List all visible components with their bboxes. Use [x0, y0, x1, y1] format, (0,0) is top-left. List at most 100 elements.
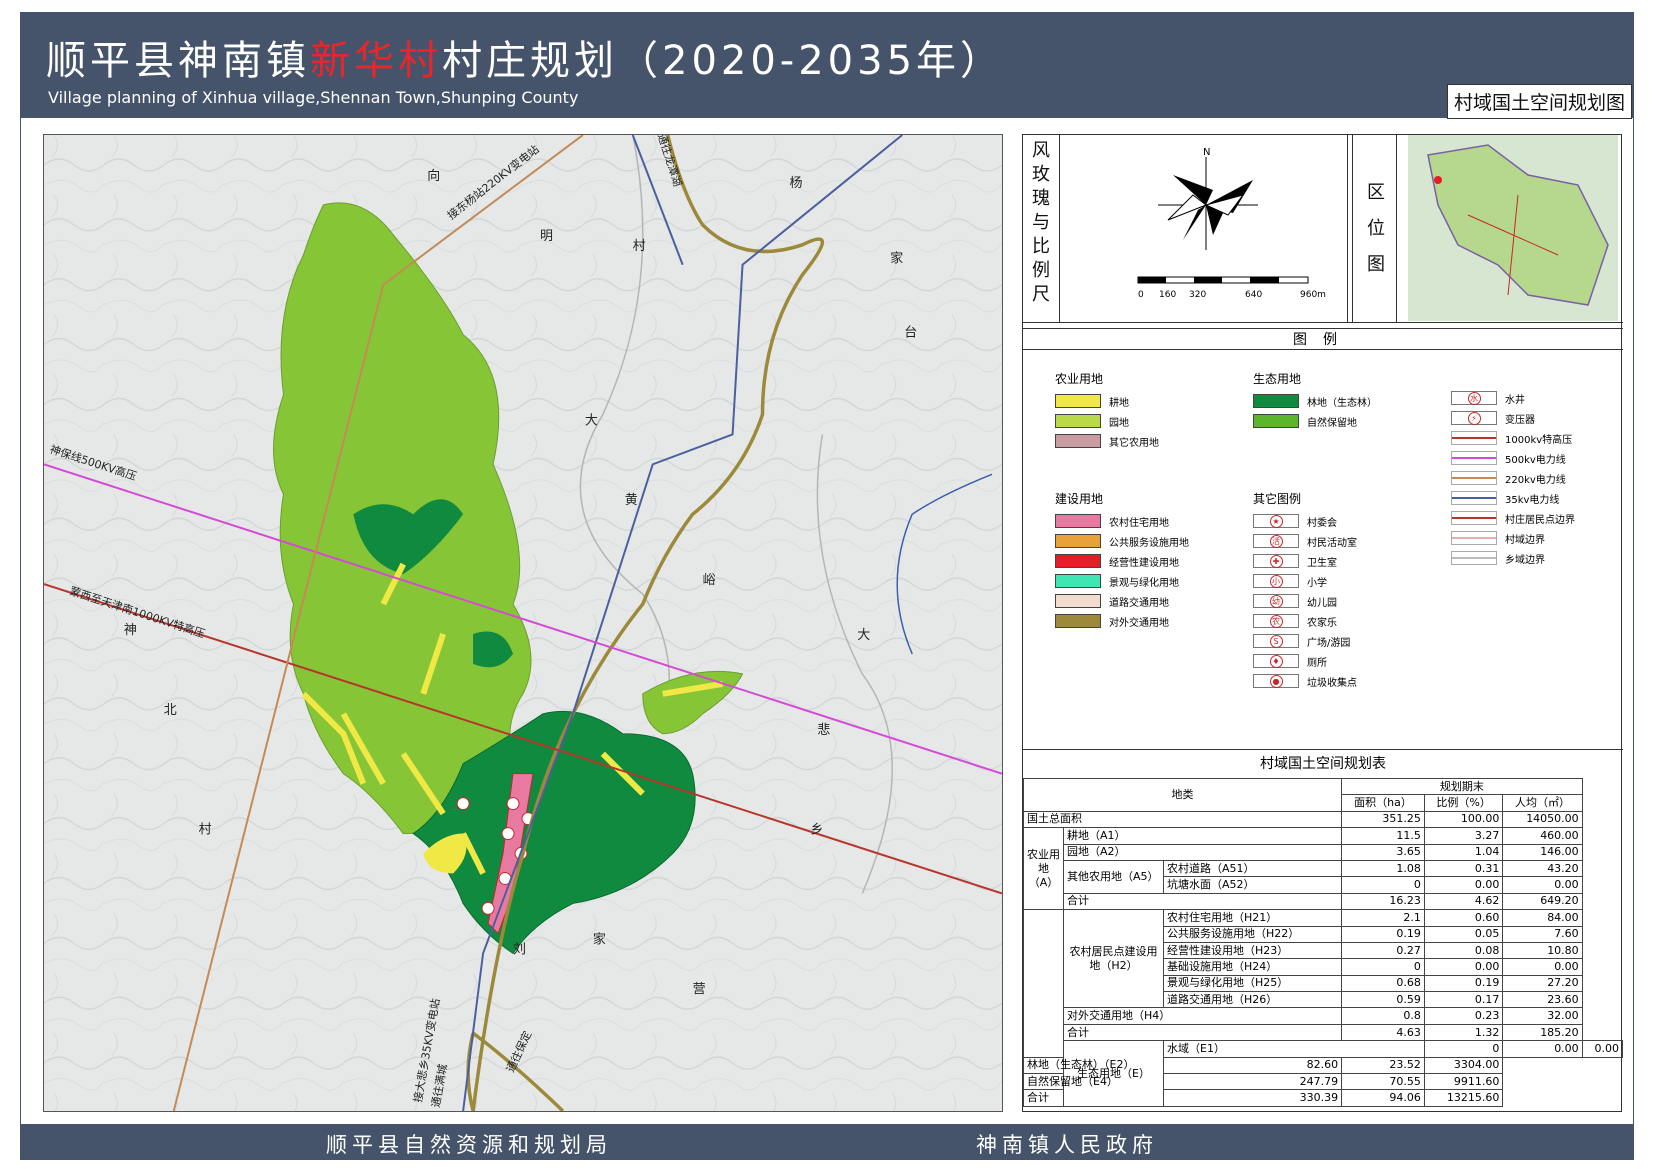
rose-label-char: 玫: [1032, 164, 1050, 185]
row-area: 330.39: [1162, 1089, 1343, 1107]
legend-item: 耕地: [1055, 391, 1159, 411]
side-panel: 风 玫 瑰 与 比 例 尺 N 0 160 320 640 960m 区 位 图…: [1022, 134, 1624, 1112]
scale-tick: 0: [1138, 290, 1144, 300]
row-ratio: 0.00: [1423, 958, 1504, 976]
legend-symbol-glyph: ●: [1269, 674, 1283, 688]
land-use-plan-table: 地类 规划期末 面积（ha） 比例（%） 人均（㎡） 国土总面积 351.25 …: [1022, 777, 1624, 1107]
legend-group-title: 其它图例: [1253, 492, 1302, 506]
planning-map[interactable]: 向 明 村 杨 家 台 大 黄 峪 大 悲 乡 神 北 村 刘 家 营 接东杨站…: [43, 134, 1003, 1112]
legend-symbol-icon: 农: [1253, 614, 1299, 628]
legend-item: 500kv电力线: [1451, 448, 1575, 468]
row-ratio: 94.06: [1341, 1089, 1425, 1107]
place-label: 乡: [810, 823, 823, 838]
legend-other-group: 其它图例 ★ 村委会活 村民活动室 ✚ 卫生室小 小学幼 幼儿园农 农家乐 S 广场/游园 ♦ 厕所 ●…: [1253, 490, 1357, 691]
place-label: 村: [633, 239, 646, 254]
legend-item: S 广场/游园: [1253, 631, 1357, 651]
legend-line-swatch: [1451, 511, 1497, 525]
legend-symbol-icon: S: [1253, 634, 1299, 648]
col-header-ratio: 比例（%）: [1423, 794, 1504, 812]
row-area: 0: [1423, 1040, 1504, 1058]
map-type-label: 村域国土空间规划图: [1446, 84, 1632, 119]
legend-symbol-glyph: ✚: [1269, 554, 1283, 568]
legend-item: 景观与绿化用地: [1055, 571, 1189, 591]
rural-group-label: 农村居民点建设用地（H2）: [1063, 909, 1164, 1009]
row-ratio: 0.08: [1423, 941, 1504, 960]
legend-item-label: 1000kv特高压: [1505, 434, 1573, 446]
legend-item-label: 幼儿园: [1307, 597, 1337, 609]
legend-line-swatch: [1451, 491, 1497, 505]
col-header-area: 面积（ha）: [1341, 794, 1425, 812]
row-area: 1.08: [1341, 859, 1425, 878]
title-part-2: 村庄规划（2020-2035年）: [442, 38, 1005, 84]
row-name: 合计: [1023, 1089, 1164, 1107]
legend-item-label: 卫生室: [1307, 557, 1337, 569]
row-name: 景观与绿化用地（H25）: [1162, 974, 1343, 993]
total-ratio: 100.00: [1423, 810, 1504, 829]
row-name: 公共服务设施用地（H22）: [1162, 925, 1343, 943]
legend-symbol-icon: ●: [1253, 674, 1299, 688]
row-per-capita: 9911.60: [1423, 1073, 1504, 1091]
legend-item: 活 村民活动室: [1253, 531, 1357, 551]
row-name: 合计: [1062, 892, 1343, 911]
legend-item-label: 广场/游园: [1307, 637, 1351, 649]
agri-group-label: 农业用地（A）: [1023, 827, 1064, 911]
footer-bar: 顺平县自然资源和规划局 神南镇人民政府: [20, 1124, 1634, 1160]
header-bar: 顺平县神南镇新华村村庄规划（2020-2035年） Village planni…: [20, 12, 1634, 119]
legend-color-swatch: [1055, 414, 1101, 428]
legend-color-swatch: [1253, 394, 1299, 408]
legend-item: 1000kv特高压: [1451, 428, 1575, 448]
row-area: 0.59: [1341, 991, 1425, 1009]
legend-symbol-glyph: ⚡: [1467, 411, 1481, 425]
row-per-capita: 146.00: [1502, 843, 1583, 861]
footer-left-org: 顺平县自然资源和规划局: [326, 1133, 612, 1157]
row-ratio: 0.19: [1423, 974, 1504, 993]
legend-item-label: 村域边界: [1505, 534, 1545, 546]
place-label: 悲: [817, 722, 830, 738]
legend-item-label: 其它农用地: [1109, 437, 1159, 449]
legend-line-swatch: [1451, 431, 1497, 445]
row-ratio: 0.60: [1423, 909, 1504, 927]
legend-build-group: 建设用地 农村住宅用地 公共服务设施用地 经营性建设用地 景观与绿化用地 道路交通用地对…: [1055, 490, 1189, 631]
legend-color-swatch: [1253, 414, 1299, 428]
page-subtitle: Village planning of Xinhua village,Shenn…: [48, 88, 579, 107]
row-name: 基础设施用地（H24）: [1162, 958, 1343, 976]
row-name: 水域（E1）: [1163, 1040, 1425, 1058]
legend-item-label: 自然保留地: [1307, 417, 1357, 429]
row-per-capita: 460.00: [1502, 827, 1583, 845]
legend-symbol-glyph: ♦: [1269, 654, 1283, 668]
loc-divider: [1396, 135, 1397, 323]
place-label: 神: [124, 623, 137, 638]
row-area: 82.60: [1162, 1056, 1343, 1075]
legend-symbol-glyph: ★: [1269, 514, 1283, 528]
rose-label-char: 风: [1032, 140, 1050, 161]
row-per-capita: 43.20: [1502, 859, 1583, 878]
legend-item-label: 林地（生态林）: [1307, 397, 1377, 409]
map-canvas[interactable]: 向 明 村 杨 家 台 大 黄 峪 大 悲 乡 神 北 村 刘 家 营 接东杨站…: [44, 135, 1002, 1111]
row-per-capita: 32.00: [1502, 1007, 1583, 1025]
place-label: 向: [427, 168, 440, 184]
legend-lines-group: 水 水井 ⚡ 变压器 1000kv特高压 500kv电力线 220kv电力线 35kv电力线村…: [1451, 388, 1575, 568]
legend-item: 公共服务设施用地: [1055, 531, 1189, 551]
legend-item: 小 小学: [1253, 571, 1357, 591]
scale-tick: 320: [1189, 290, 1206, 300]
legend-item: 自然保留地: [1253, 411, 1377, 431]
location-vertical-label: 区 位 图: [1364, 175, 1388, 283]
legend-item-label: 公共服务设施用地: [1109, 537, 1189, 549]
loc-label-char: 位: [1367, 218, 1385, 239]
legend-color-swatch: [1055, 434, 1101, 448]
legend-group-title: 建设用地: [1055, 492, 1104, 506]
row-area: 0.27: [1341, 941, 1425, 960]
plan-table-title: 村域国土空间规划表: [1260, 756, 1386, 772]
row-area: 0: [1341, 876, 1425, 894]
legend-line-swatch: [1451, 551, 1497, 565]
place-label: 家: [593, 931, 606, 947]
legend-group-title: 生态用地: [1253, 372, 1302, 386]
legend-item: 村庄居民点边界: [1451, 508, 1575, 528]
legend-symbol-glyph: 农: [1269, 614, 1283, 628]
scale-tick: 640: [1245, 290, 1262, 300]
title-highlight: 新华村: [310, 38, 442, 84]
legend-item-label: 500kv电力线: [1505, 454, 1566, 466]
row-per-capita: 13215.60: [1423, 1089, 1504, 1107]
legend-item: ★ 村委会: [1253, 511, 1357, 531]
place-label: 明: [540, 229, 553, 244]
